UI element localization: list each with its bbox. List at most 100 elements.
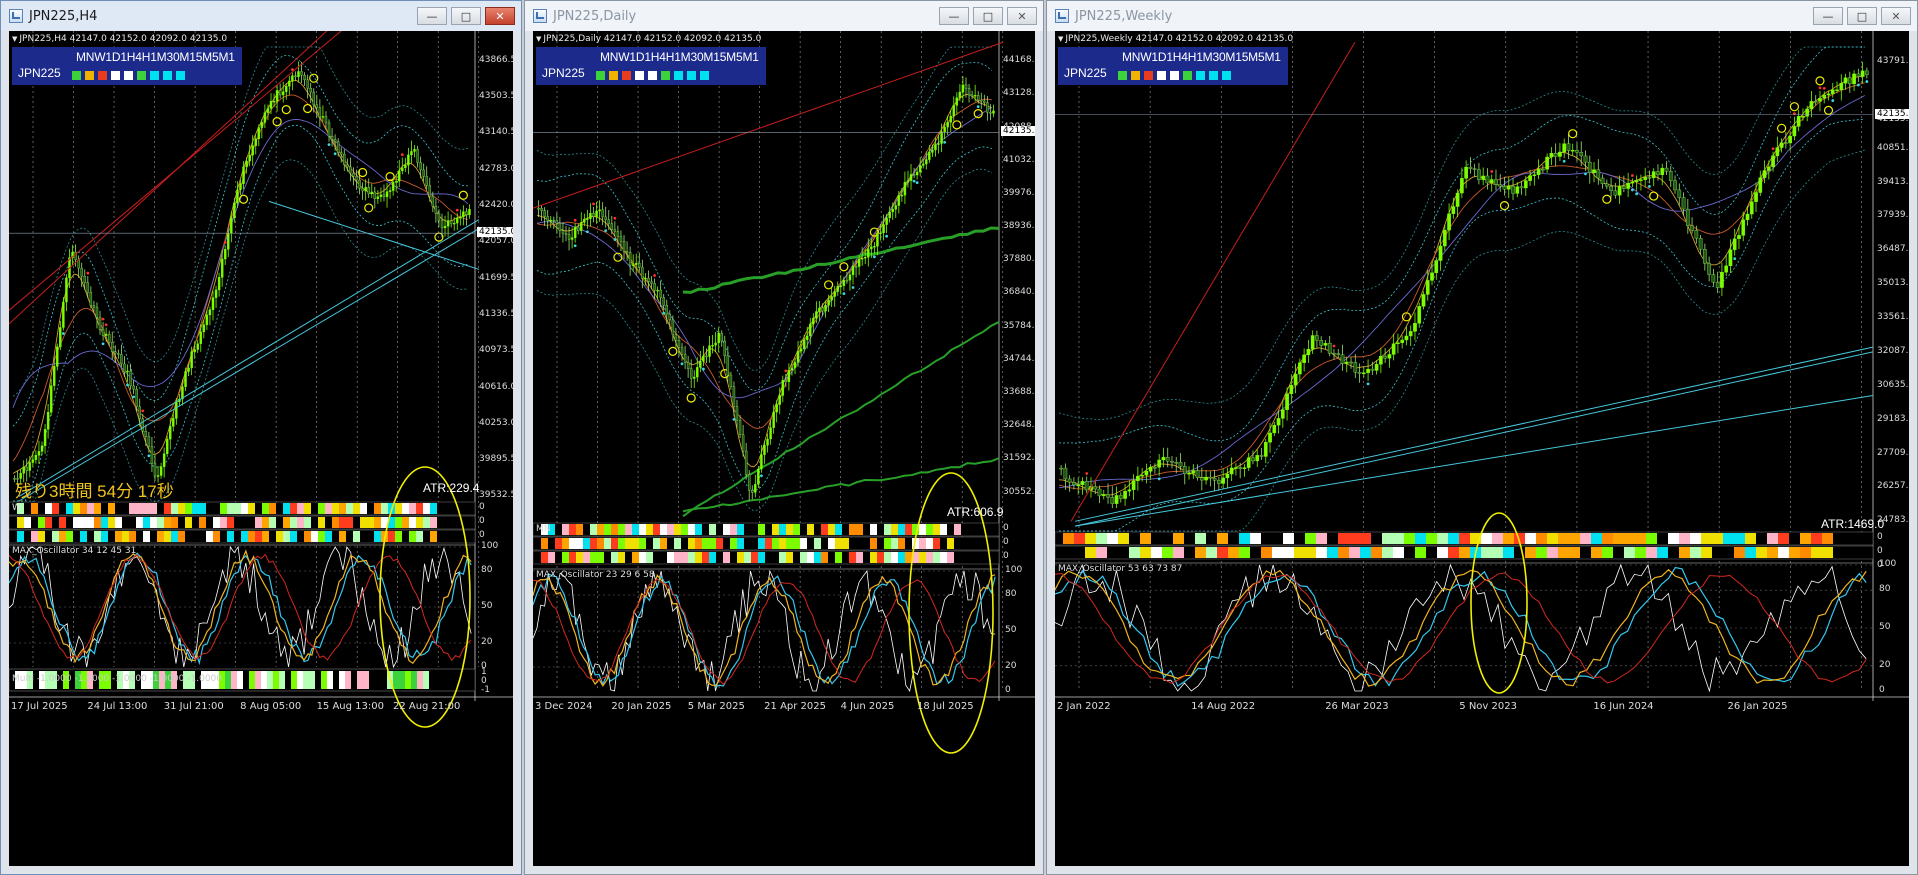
candle-body <box>407 154 410 166</box>
candle-body <box>659 289 662 298</box>
timeframe-labels: MNW1D1H4H1M30M15M5M1 <box>600 50 759 64</box>
close-button[interactable]: ✕ <box>485 7 515 25</box>
candle-body <box>784 380 788 382</box>
candle-body <box>952 105 956 117</box>
candle-body <box>138 406 141 419</box>
indicator-strip-cell <box>157 503 164 514</box>
indicator-strip-cell <box>898 552 905 563</box>
candle-body <box>656 289 659 292</box>
chart-window-daily[interactable]: JPN225,Daily — □ ✕ ▼ JPN225,Daily 42147.0… <box>524 0 1044 875</box>
candle-body <box>696 367 699 378</box>
candle-body <box>778 395 781 405</box>
candle-body <box>285 86 288 92</box>
window-titlebar[interactable]: JPN225,Weekly — □ ✕ <box>1047 1 1917 31</box>
minimize-button[interactable]: — <box>417 7 447 25</box>
candle-body <box>1221 477 1225 484</box>
indicator-strip-cell <box>940 538 947 549</box>
indicator-strip-cell <box>730 552 737 563</box>
candle-body <box>355 176 358 181</box>
candle-body <box>540 207 543 211</box>
price-chart[interactable]: ▼ JPN225,H4 42147.0 42152.0 42092.0 42135… <box>9 31 513 866</box>
multi-strip-cell <box>381 671 387 689</box>
minimize-button[interactable]: — <box>939 7 969 25</box>
candle-body <box>955 97 959 106</box>
indicator-strip-cell <box>276 517 283 528</box>
signal-circle <box>839 262 849 272</box>
signal-circle <box>364 203 374 213</box>
indicator-strip-cell <box>1393 547 1404 558</box>
candle-body <box>315 104 319 108</box>
collapse-triangle-icon[interactable]: ▼ <box>12 35 17 43</box>
close-button[interactable]: ✕ <box>1881 7 1911 25</box>
timeframe-labels: MNW1D1H4H1M30M15M5M1 <box>1122 50 1281 64</box>
chart-canvas <box>533 31 1035 754</box>
indicator-strip-cell <box>1151 547 1162 558</box>
multi-strip-cell <box>243 671 249 689</box>
candle-body <box>159 466 163 476</box>
candle-body <box>190 351 193 369</box>
maximize-button[interactable]: □ <box>973 7 1003 25</box>
price-chart[interactable]: ▼ JPN225,Weekly 42147.0 42152.0 42092.0 4… <box>1055 31 1909 866</box>
candle-body <box>949 115 952 123</box>
candle-body <box>760 454 763 470</box>
candle-body <box>580 222 583 231</box>
candle-body <box>650 281 653 284</box>
indicator-strip-cell <box>185 517 192 528</box>
candle-body <box>300 71 303 76</box>
candle-body <box>1315 335 1319 341</box>
candle-body <box>671 319 675 335</box>
swing-high-dot <box>1332 344 1336 348</box>
indicator-strip-cell <box>674 524 681 535</box>
timeframe-status-square <box>1144 71 1153 80</box>
chart-window-weekly[interactable]: JPN225,Weekly — □ ✕ ▼ JPN225,Weekly 42147… <box>1046 0 1918 875</box>
indicator-strip-cell <box>234 531 241 542</box>
indicator-strip-cell <box>24 503 31 514</box>
candle-body <box>839 285 843 287</box>
chart-window-h4[interactable]: JPN225,H4 — □ ✕ ▼ JPN225,H4 42147.0 42152… <box>0 0 522 875</box>
candle-body <box>92 305 96 308</box>
collapse-triangle-icon[interactable]: ▼ <box>536 35 541 43</box>
price-chart[interactable]: ▼ JPN225,Daily 42147.0 42152.0 42092.0 42… <box>533 31 1035 866</box>
indicator-strip-cell <box>1657 547 1668 558</box>
candle-body <box>711 344 714 347</box>
indicator-strip-cell <box>381 503 388 514</box>
candle-body <box>543 210 546 217</box>
window-titlebar[interactable]: JPN225,Daily — □ ✕ <box>525 1 1043 31</box>
indicator-strip-cell <box>576 552 583 563</box>
maximize-button[interactable]: □ <box>451 7 481 25</box>
indicator-strip-cell <box>744 538 751 549</box>
candle-body <box>416 149 419 163</box>
timeframe-status-square <box>661 71 670 80</box>
indicator-strip-cell <box>157 531 164 542</box>
oscillator-line <box>9 552 472 666</box>
swing-high-dot <box>592 202 595 206</box>
indicator-strip-cell <box>646 524 653 535</box>
maximize-button[interactable]: □ <box>1847 7 1877 25</box>
multi-strip-cell <box>399 671 405 689</box>
minimize-button[interactable]: — <box>1813 7 1843 25</box>
window-titlebar[interactable]: JPN225,H4 — □ ✕ <box>1 1 521 31</box>
indicator-strip-cell <box>416 503 423 514</box>
indicator-strip-cell <box>283 517 290 528</box>
indicator-strip-cell <box>430 531 437 542</box>
indicator-strip-cell <box>933 538 940 549</box>
candle-body <box>549 219 552 222</box>
indicator-strip-cell <box>905 552 912 563</box>
indicator-strip-cell <box>1272 533 1283 544</box>
oscillator-level-label: 50 <box>1005 625 1017 635</box>
candle-body <box>1080 481 1085 486</box>
collapse-triangle-icon[interactable]: ▼ <box>1058 35 1063 43</box>
bar-countdown-timer: 残り3時間 54分 17秒 <box>15 482 174 501</box>
indicator-strip-cell <box>618 538 625 549</box>
swing-high-dot <box>573 218 577 222</box>
trend-line <box>1074 351 1874 527</box>
indicator-strip-cell <box>353 517 360 528</box>
candle-body <box>1425 280 1430 295</box>
indicator-strip-cell <box>1789 533 1800 544</box>
indicator-strip-cell <box>192 517 199 528</box>
close-button[interactable]: ✕ <box>1007 7 1037 25</box>
indicator-strip-cell <box>737 552 744 563</box>
indicator-strip-cell <box>898 524 905 535</box>
candle-body <box>683 354 687 363</box>
swing-low-dot <box>842 292 846 296</box>
